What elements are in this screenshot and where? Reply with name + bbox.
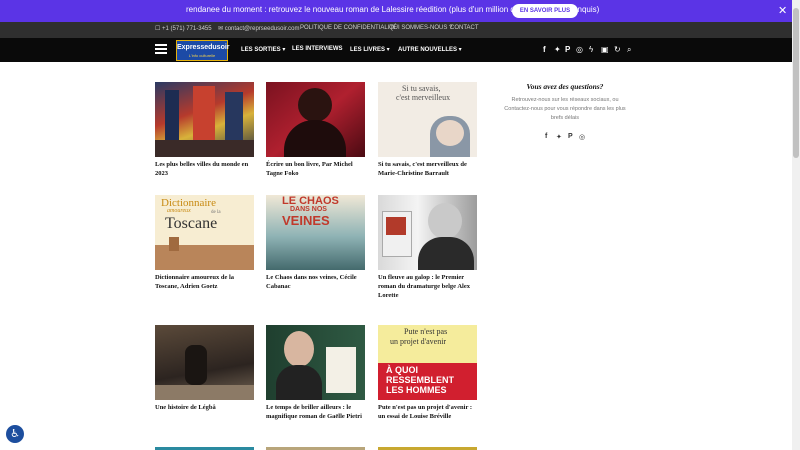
twitter-icon[interactable]: ✦: [556, 133, 562, 141]
cover-title-line: un projet d'avenir: [390, 337, 447, 346]
article-title[interactable]: Pute n'est pas un projet d'avenir : un e…: [378, 403, 477, 421]
bookmark-icon[interactable]: ▣: [601, 43, 609, 57]
article-title[interactable]: Un fleuve au galop : le Premier roman du…: [378, 273, 477, 300]
contact-email[interactable]: ✉ contact@reprseedusoir.com: [218, 25, 300, 32]
sidebar-social-icons: f ✦ P ◎: [543, 133, 587, 143]
promo-learn-more-button[interactable]: EN SAVOIR PLUS: [512, 4, 578, 18]
cover-title-line: amoureux: [167, 208, 191, 214]
instagram-icon[interactable]: ◎: [579, 133, 585, 141]
pinterest-icon[interactable]: P: [565, 43, 570, 57]
article-title[interactable]: Écrire un bon livre, Par Michel Tagne Fo…: [266, 160, 365, 178]
main-navigation: [0, 38, 792, 62]
close-icon[interactable]: ✕: [778, 4, 787, 18]
hamburger-menu-icon[interactable]: [155, 44, 167, 54]
info-bar: ☐ +1 (571) 771-3455 ✉ contact@reprseedus…: [0, 22, 792, 38]
article-thumbnail[interactable]: [155, 82, 254, 157]
cover-title-line: LES HOMMES: [386, 385, 447, 395]
menu-item-sorties[interactable]: LES SORTIES ▾: [241, 46, 285, 53]
logo-text: Expressedusoir: [177, 44, 230, 51]
twitter-icon[interactable]: ✦: [554, 43, 561, 57]
link-privacy[interactable]: POLITIQUE DE CONFIDENTIALITÉ: [300, 25, 397, 31]
bolt-icon[interactable]: ϟ: [589, 43, 593, 57]
article-thumbnail[interactable]: [378, 195, 477, 270]
cover-title-line: Pute n'est pas: [404, 327, 448, 336]
nav-icon-group: f ✦ P ◎ ϟ ▣ ↻ ⌕: [543, 43, 639, 57]
refresh-icon[interactable]: ↻: [614, 43, 621, 57]
logo-tagline: L'info culturelle: [188, 53, 216, 58]
accessibility-icon[interactable]: ♿: [6, 425, 24, 443]
pinterest-icon[interactable]: P: [568, 133, 573, 140]
menu-item-livres[interactable]: LES LIVRES ▾: [350, 46, 390, 53]
article-thumbnail[interactable]: [266, 82, 365, 157]
facebook-icon[interactable]: f: [543, 43, 546, 57]
article-title[interactable]: Si tu savais, c'est merveilleux de Marie…: [378, 160, 477, 178]
article-title[interactable]: Une histoire de Légbâ: [155, 403, 254, 412]
link-about[interactable]: QUI SOMMES-NOUS ?: [389, 25, 452, 31]
facebook-icon[interactable]: f: [545, 133, 547, 140]
article-thumbnail[interactable]: Pute n'est pas un projet d'avenir À QUOI…: [378, 325, 477, 400]
article-thumbnail[interactable]: [155, 325, 254, 400]
search-icon[interactable]: ⌕: [627, 43, 631, 57]
cover-title-line: Si tu savais,: [402, 84, 441, 93]
sidebar-text: Retrouvez-nous sur les réseaux sociaux, …: [504, 97, 626, 121]
article-title[interactable]: Dictionnaire amoureux de la Toscane, Adr…: [155, 273, 254, 291]
article-title[interactable]: Les plus belles villes du monde en 2023: [155, 160, 254, 178]
instagram-icon[interactable]: ◎: [576, 43, 583, 57]
article-title[interactable]: Le temps de briller ailleurs : le magnif…: [266, 403, 365, 421]
article-thumbnail[interactable]: [266, 325, 365, 400]
scrollbar-thumb[interactable]: [793, 8, 799, 158]
article-title[interactable]: Le Chaos dans nos veines, Cécile Cabanac: [266, 273, 365, 291]
menu-item-interviews[interactable]: LES INTERVIEWS: [292, 46, 343, 52]
menu-item-autres[interactable]: AUTRE NOUVELLES ▾: [398, 46, 462, 53]
cover-title-line: À QUOI: [386, 365, 419, 375]
site-logo[interactable]: Expressedusoir L'info culturelle: [176, 40, 230, 61]
menu-item-label: LES LIVRES: [350, 47, 386, 53]
article-thumbnail[interactable]: Dictionnaire amoureux de la Toscane: [155, 195, 254, 270]
cover-title-line: RESSEMBLENT: [386, 375, 455, 385]
link-contact[interactable]: CONTACT: [450, 25, 479, 31]
sidebar-title: Vous avez des questions?: [526, 82, 604, 91]
menu-item-label: LES SORTIES: [241, 47, 281, 53]
menu-item-label: AUTRE NOUVELLES: [398, 47, 458, 53]
cover-title-line: Toscane: [165, 215, 218, 232]
cover-title-line: DANS NOS: [290, 206, 327, 213]
cover-title-line: c'est merveilleux: [396, 93, 451, 102]
page-scrollbar[interactable]: [792, 0, 800, 450]
article-thumbnail[interactable]: LE CHAOS DANS NOS VEINES: [266, 195, 365, 270]
article-thumbnail[interactable]: Si tu savais, c'est merveilleux: [378, 82, 477, 157]
cover-title-line: VEINES: [282, 213, 330, 228]
phone-number[interactable]: ☐ +1 (571) 771-3455: [155, 25, 212, 32]
promo-banner: rendanee du moment : retrouvez le nouvea…: [0, 0, 792, 22]
